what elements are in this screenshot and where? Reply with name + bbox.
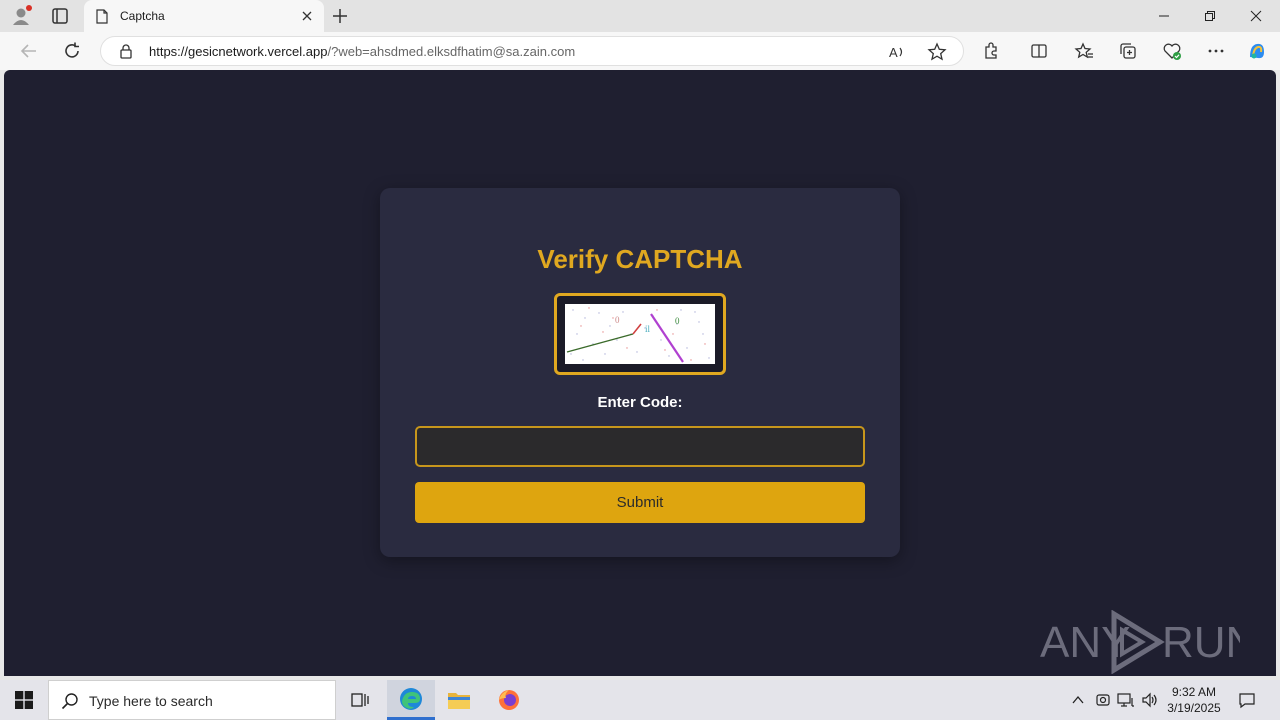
extensions-icon[interactable] <box>980 40 1002 62</box>
copilot-icon[interactable] <box>1246 40 1268 62</box>
restore-icon[interactable] <box>1187 0 1233 32</box>
svg-text:il: il <box>645 324 651 334</box>
meet-now-icon[interactable] <box>1093 690 1113 710</box>
file-explorer-icon[interactable] <box>435 680 483 720</box>
refresh-icon[interactable] <box>61 40 83 62</box>
chevron-up-icon[interactable] <box>1068 690 1088 710</box>
captcha-card: Verify CAPTCHA 0 il 0 Enter Code: Submit <box>380 188 900 557</box>
edge-icon[interactable] <box>387 680 435 720</box>
split-screen-icon[interactable] <box>1028 40 1050 62</box>
minimize-icon[interactable] <box>1141 0 1187 32</box>
collections-icon[interactable] <box>1117 40 1139 62</box>
address-bar[interactable]: https://gesicnetwork.vercel.app/?web=ahs… <box>100 36 964 66</box>
read-aloud-icon[interactable]: A <box>887 42 907 62</box>
profile-icon[interactable] <box>10 5 32 27</box>
back-icon[interactable] <box>18 40 40 62</box>
lock-icon[interactable] <box>119 44 133 59</box>
submit-button[interactable]: Submit <box>415 482 865 523</box>
more-icon[interactable] <box>1205 40 1227 62</box>
page-title: Verify CAPTCHA <box>537 244 743 274</box>
windows-start-icon[interactable] <box>0 680 48 720</box>
enter-code-label: Enter Code: <box>597 394 683 411</box>
page-viewport: Verify CAPTCHA 0 il 0 Enter Code: Submit… <box>4 70 1276 676</box>
url-text[interactable]: https://gesicnetwork.vercel.app/?web=ahs… <box>149 44 575 59</box>
firefox-icon[interactable] <box>485 680 533 720</box>
svg-text:A: A <box>889 45 898 60</box>
close-icon[interactable] <box>300 9 314 23</box>
plus-icon[interactable] <box>331 7 349 25</box>
browser-toolbar: https://gesicnetwork.vercel.app/?web=ahs… <box>0 32 1280 70</box>
clock-date: 3/19/2025 <box>1167 701 1221 715</box>
captcha-image: 0 il 0 <box>565 304 715 364</box>
browser-tab-strip: Captcha <box>0 0 1280 32</box>
svg-text:0: 0 <box>615 315 620 325</box>
svg-text:0: 0 <box>675 316 680 326</box>
taskbar: Type here to search 9:32 AM 3/19/2025 <box>0 680 1280 720</box>
clock-time: 9:32 AM <box>1171 685 1217 699</box>
notifications-icon[interactable] <box>1237 690 1257 710</box>
close-window-icon[interactable] <box>1233 0 1279 32</box>
search-icon <box>61 692 79 710</box>
tab-actions-icon[interactable] <box>50 6 70 26</box>
volume-icon[interactable] <box>1140 690 1160 710</box>
captcha-code-input[interactable] <box>415 426 865 467</box>
favorites-icon[interactable] <box>1073 40 1095 62</box>
captcha-frame: 0 il 0 <box>554 293 726 375</box>
system-clock[interactable]: 9:32 AM 3/19/2025 <box>1162 684 1226 716</box>
taskbar-search-box[interactable]: Type here to search <box>48 680 336 720</box>
task-view-icon[interactable] <box>336 680 384 720</box>
network-icon[interactable] <box>1116 690 1136 710</box>
page-icon <box>96 9 108 24</box>
search-placeholder: Type here to search <box>89 693 213 709</box>
tab-captcha[interactable]: Captcha <box>84 0 324 32</box>
watermark-left-text: ANY <box>1040 618 1130 667</box>
tab-title: Captcha <box>120 9 165 23</box>
favorite-star-icon[interactable] <box>927 42 947 62</box>
browser-essentials-icon[interactable] <box>1161 40 1183 62</box>
anyrun-watermark: ANY RUN <box>1040 609 1257 675</box>
watermark-right-text: RUN <box>1162 618 1240 667</box>
